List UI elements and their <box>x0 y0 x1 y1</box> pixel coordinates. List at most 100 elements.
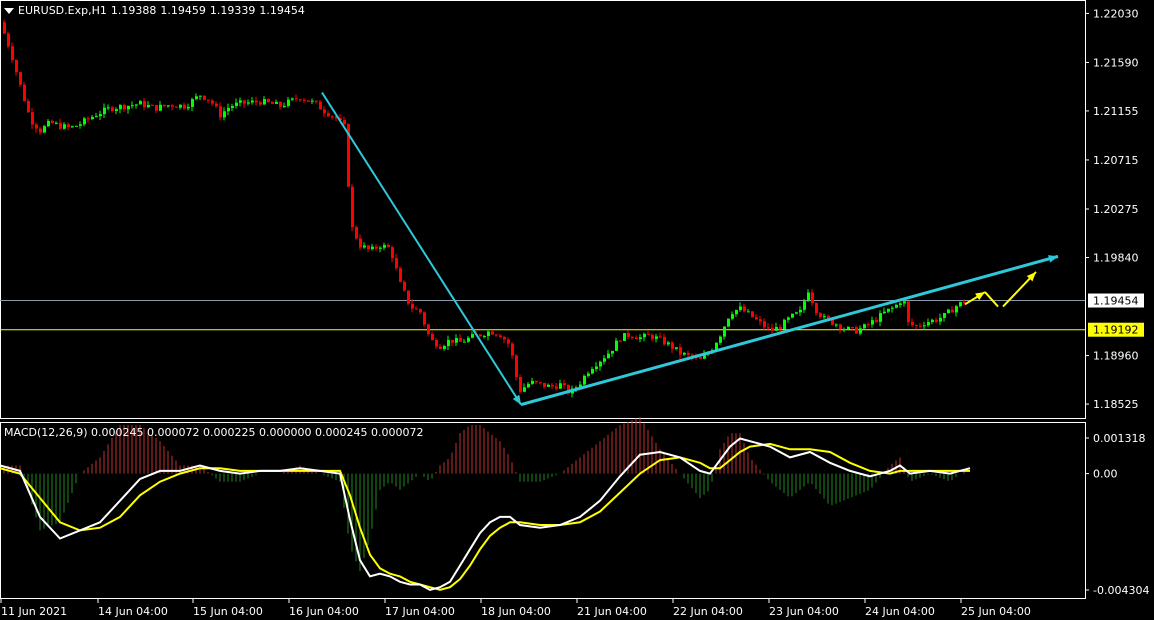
candle-body <box>375 246 378 249</box>
candle-body <box>87 118 90 120</box>
up-trend-arrow-head <box>1048 255 1058 263</box>
candle-body <box>599 361 602 367</box>
candle-body <box>639 337 642 340</box>
candle-body <box>151 104 154 106</box>
candle-body <box>227 107 230 112</box>
candle-body <box>243 100 246 104</box>
candle-body <box>119 105 122 110</box>
candle-body <box>811 292 814 304</box>
candle-body <box>179 104 182 108</box>
candle-body <box>755 317 758 320</box>
candle-body <box>267 99 270 103</box>
candle-body <box>63 124 66 129</box>
candle-body <box>511 343 514 356</box>
candle-body <box>763 321 766 328</box>
candle-body <box>71 126 74 128</box>
candle-body <box>751 311 754 318</box>
candle-body <box>671 342 674 349</box>
candle-body <box>903 301 906 304</box>
candle-body <box>7 33 10 47</box>
candle-body <box>99 114 102 117</box>
candle-body <box>483 336 486 338</box>
candle-body <box>603 358 606 362</box>
candle-body <box>519 376 522 392</box>
candle-body <box>799 309 802 313</box>
candle-body <box>399 268 402 282</box>
candle-body <box>747 311 750 313</box>
candle-body <box>171 105 174 107</box>
candle-body <box>955 306 958 313</box>
candle-body <box>187 106 190 109</box>
candle-body <box>75 125 78 127</box>
candle-body <box>887 308 890 312</box>
low-value: 1.19339 <box>209 4 256 17</box>
main-panel-frame <box>0 0 1086 419</box>
candle-body <box>623 333 626 341</box>
candle-body <box>15 60 18 73</box>
symbol-header: EURUSD.Exp,H1 1.19388 1.19459 1.19339 1.1945… <box>4 4 309 17</box>
candle-body <box>935 319 938 322</box>
candle-body <box>547 384 550 387</box>
candle-body <box>727 318 730 327</box>
macd-panel-frame <box>0 422 1086 599</box>
candle-body <box>927 322 930 326</box>
candle-body <box>759 319 762 322</box>
candle-body <box>779 327 782 330</box>
candle-body <box>451 339 454 343</box>
candle-body <box>959 302 962 307</box>
candle-body <box>371 246 374 250</box>
candle-body <box>907 301 910 322</box>
candle-body <box>651 334 654 339</box>
candle-body <box>735 310 738 315</box>
candle-body <box>555 386 558 389</box>
candle-body <box>327 113 330 117</box>
candle-body <box>423 312 426 325</box>
candle-body <box>411 303 414 309</box>
candle-body <box>739 306 742 311</box>
time-axis-label: 17 Jun 04:00 <box>385 605 455 618</box>
candle-body <box>659 336 662 338</box>
candle-body <box>595 366 598 370</box>
candle-body <box>627 333 630 337</box>
candle-body <box>807 292 810 302</box>
candle-body <box>823 316 826 318</box>
candle-body <box>23 84 26 101</box>
candle-body <box>631 336 634 338</box>
candle-body <box>247 102 250 104</box>
candle-body <box>303 99 306 101</box>
current-price-label: 1.19454 <box>1093 295 1139 308</box>
close-value: 1.19454 <box>259 4 305 17</box>
candle-body <box>491 331 494 335</box>
candle-body <box>655 336 658 339</box>
candle-body <box>607 353 610 359</box>
candle-body <box>487 331 490 337</box>
candle-body <box>51 120 54 123</box>
candle-body <box>795 312 798 314</box>
candle-body <box>687 352 690 355</box>
price-axis-label: 1.20275 <box>1093 203 1139 216</box>
candle-body <box>255 100 258 103</box>
candle-body <box>91 116 94 120</box>
candle-body <box>839 324 842 330</box>
price-axis-label: 1.21155 <box>1093 105 1139 118</box>
time-axis-label: 23 Jun 04:00 <box>769 605 839 618</box>
time-axis-label: 22 Jun 04:00 <box>673 605 743 618</box>
time-axis-label: 15 Jun 04:00 <box>193 605 263 618</box>
down-trend-arrow-head <box>512 394 521 405</box>
candle-body <box>803 301 806 310</box>
candle-body <box>231 106 234 108</box>
candle-body <box>167 105 170 107</box>
candle-body <box>319 101 322 110</box>
dropdown-triangle-icon[interactable] <box>4 8 14 14</box>
macd-header: MACD(12,26,9) 0.000245 0.000072 0.000225… <box>4 426 424 439</box>
candle-body <box>891 307 894 309</box>
candle-body <box>251 100 254 103</box>
candle-body <box>647 333 650 335</box>
candle-body <box>663 336 666 345</box>
macd-line <box>0 437 971 591</box>
up-trend-arrow <box>520 254 1059 407</box>
candle-body <box>363 245 366 248</box>
candle-body <box>191 99 194 107</box>
candle-body <box>743 306 746 312</box>
candle-body <box>435 340 438 347</box>
